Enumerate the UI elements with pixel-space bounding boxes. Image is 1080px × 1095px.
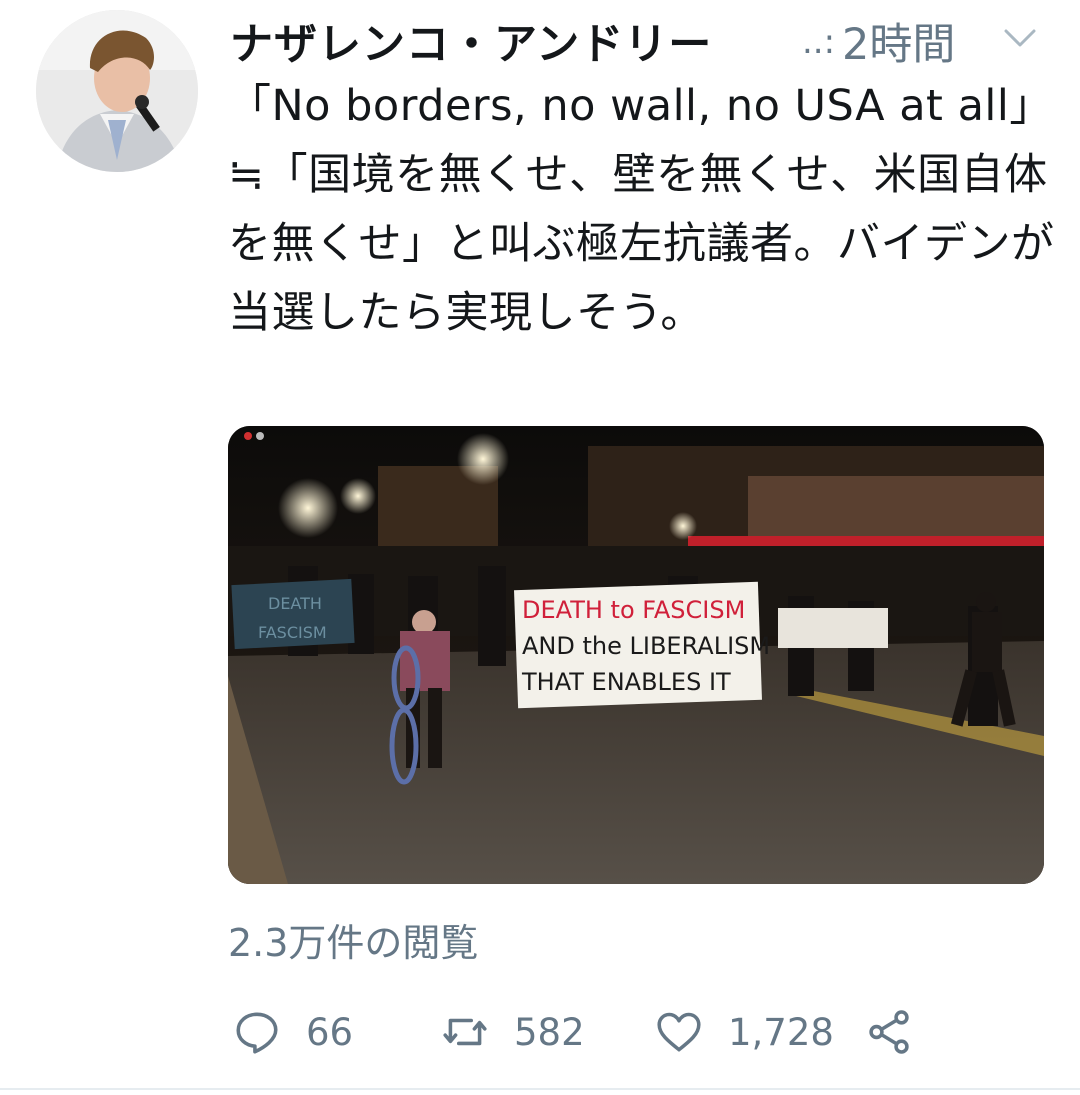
left-banner-line2: FASCISM [258, 623, 327, 642]
left-banner-line1: DEATH [268, 594, 322, 613]
like-count: 1,728 [728, 1010, 834, 1054]
retweet-button[interactable]: 582 [440, 1000, 585, 1064]
display-name[interactable]: ナザレンコ・アンドリー [230, 10, 712, 72]
share-button[interactable] [864, 1000, 914, 1064]
handle-truncated: ..: [802, 22, 836, 62]
user-avatar[interactable] [36, 10, 198, 172]
reply-icon [236, 1012, 278, 1054]
reply-count: 66 [306, 1010, 354, 1054]
banner-line3: THAT ENABLES IT [521, 668, 731, 696]
bottom-divider [0, 1088, 1080, 1090]
timestamp[interactable]: 2時間 [842, 10, 955, 72]
heart-icon [657, 1012, 701, 1052]
like-button[interactable]: 1,728 [654, 1000, 834, 1064]
tweet-video[interactable]: DEATH FASCISM DEATH to FASCISM AND the L… [228, 426, 1044, 884]
action-bar: 66 582 1,728 [228, 1000, 1058, 1064]
tweet-text: 「No borders, no wall, no USA at all」≒「国境… [228, 81, 1055, 338]
retweet-icon [443, 1018, 487, 1046]
banner-line1: DEATH to FASCISM [522, 596, 745, 624]
avatar-image [36, 10, 198, 172]
view-count[interactable]: 2.3万件の閲覧 [228, 912, 478, 967]
chevron-down-icon[interactable] [1002, 22, 1038, 52]
protest-video-frame: DEATH FASCISM DEATH to FASCISM AND the L… [228, 426, 1044, 884]
retweet-count: 582 [514, 1010, 585, 1054]
share-icon [869, 1010, 909, 1054]
tweet-header: ナザレンコ・アンドリー ..: 2時間 [230, 8, 1060, 70]
banner-line2: AND the LIBERALISM [522, 632, 770, 660]
reply-button[interactable]: 66 [232, 1000, 353, 1064]
